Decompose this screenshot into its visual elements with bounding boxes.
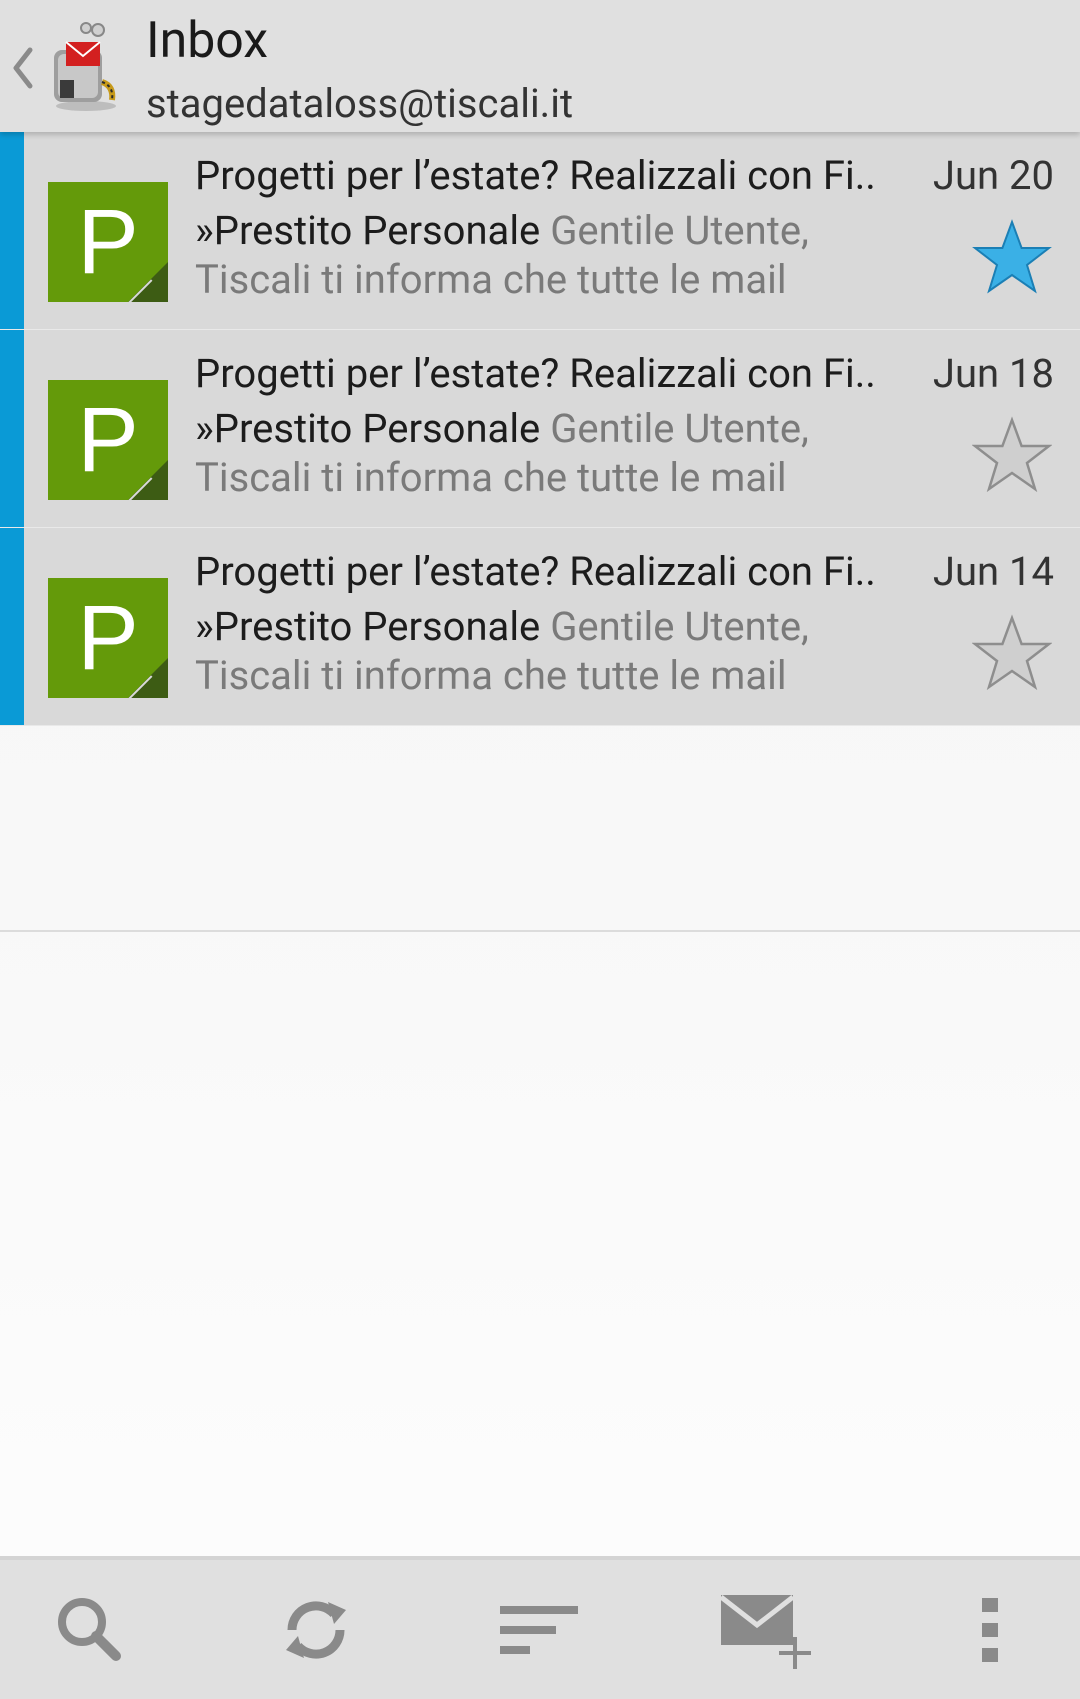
message-subject: Progetti per l’estate? Realizzali con Fi… [195,152,876,199]
message-row[interactable]: P Progetti per l’estate? Realizzali con … [0,132,1080,330]
sender-avatar[interactable]: P [48,182,168,302]
sort-button[interactable] [459,1560,619,1699]
search-icon [58,1597,121,1661]
app-logo-icon[interactable] [46,20,124,112]
bottom-toolbar [0,1556,1080,1699]
compose-button[interactable] [685,1560,845,1699]
message-sender: »Prestito Personale [195,603,541,650]
message-date: Jun 18 [932,350,1054,397]
page-title: Inbox [146,12,269,70]
refresh-button[interactable] [236,1560,396,1699]
sender-avatar[interactable]: P [48,380,168,500]
action-bar: Inbox stagedataloss@tiscali.it [0,0,1080,132]
message-date: Jun 20 [932,152,1054,199]
star-icon[interactable] [972,218,1052,294]
message-sender: »Prestito Personale [195,405,541,452]
message-subject: Progetti per l’estate? Realizzali con Fi… [195,350,876,397]
overflow-menu-button[interactable] [910,1560,1070,1699]
search-button[interactable] [10,1560,170,1699]
message-date: Jun 14 [932,548,1054,595]
message-row[interactable]: P Progetti per l’estate? Realizzali con … [0,528,1080,726]
sort-icon [500,1605,578,1654]
list-footer-divider [0,930,1080,932]
star-outline-icon[interactable] [972,614,1052,690]
message-row[interactable]: P Progetti per l’estate? Realizzali con … [0,330,1080,528]
back-chevron-icon[interactable] [10,42,36,94]
star-outline-icon[interactable] [972,416,1052,492]
message-list: P Progetti per l’estate? Realizzali con … [0,132,1080,726]
message-sender: »Prestito Personale [195,207,541,254]
overflow-menu-icon [982,1597,998,1662]
account-email: stagedataloss@tiscali.it [146,80,574,127]
message-subject: Progetti per l’estate? Realizzali con Fi… [195,548,876,595]
refresh-icon [286,1600,346,1659]
compose-icon [719,1594,811,1669]
unread-indicator [0,132,24,329]
unread-indicator [0,528,24,725]
unread-indicator [0,330,24,527]
message-preview: »Prestito Personale Gentile Utente, Tisc… [195,602,895,700]
message-preview: »Prestito Personale Gentile Utente, Tisc… [195,404,895,502]
message-preview: »Prestito Personale Gentile Utente, Tisc… [195,206,895,304]
sender-avatar[interactable]: P [48,578,168,698]
